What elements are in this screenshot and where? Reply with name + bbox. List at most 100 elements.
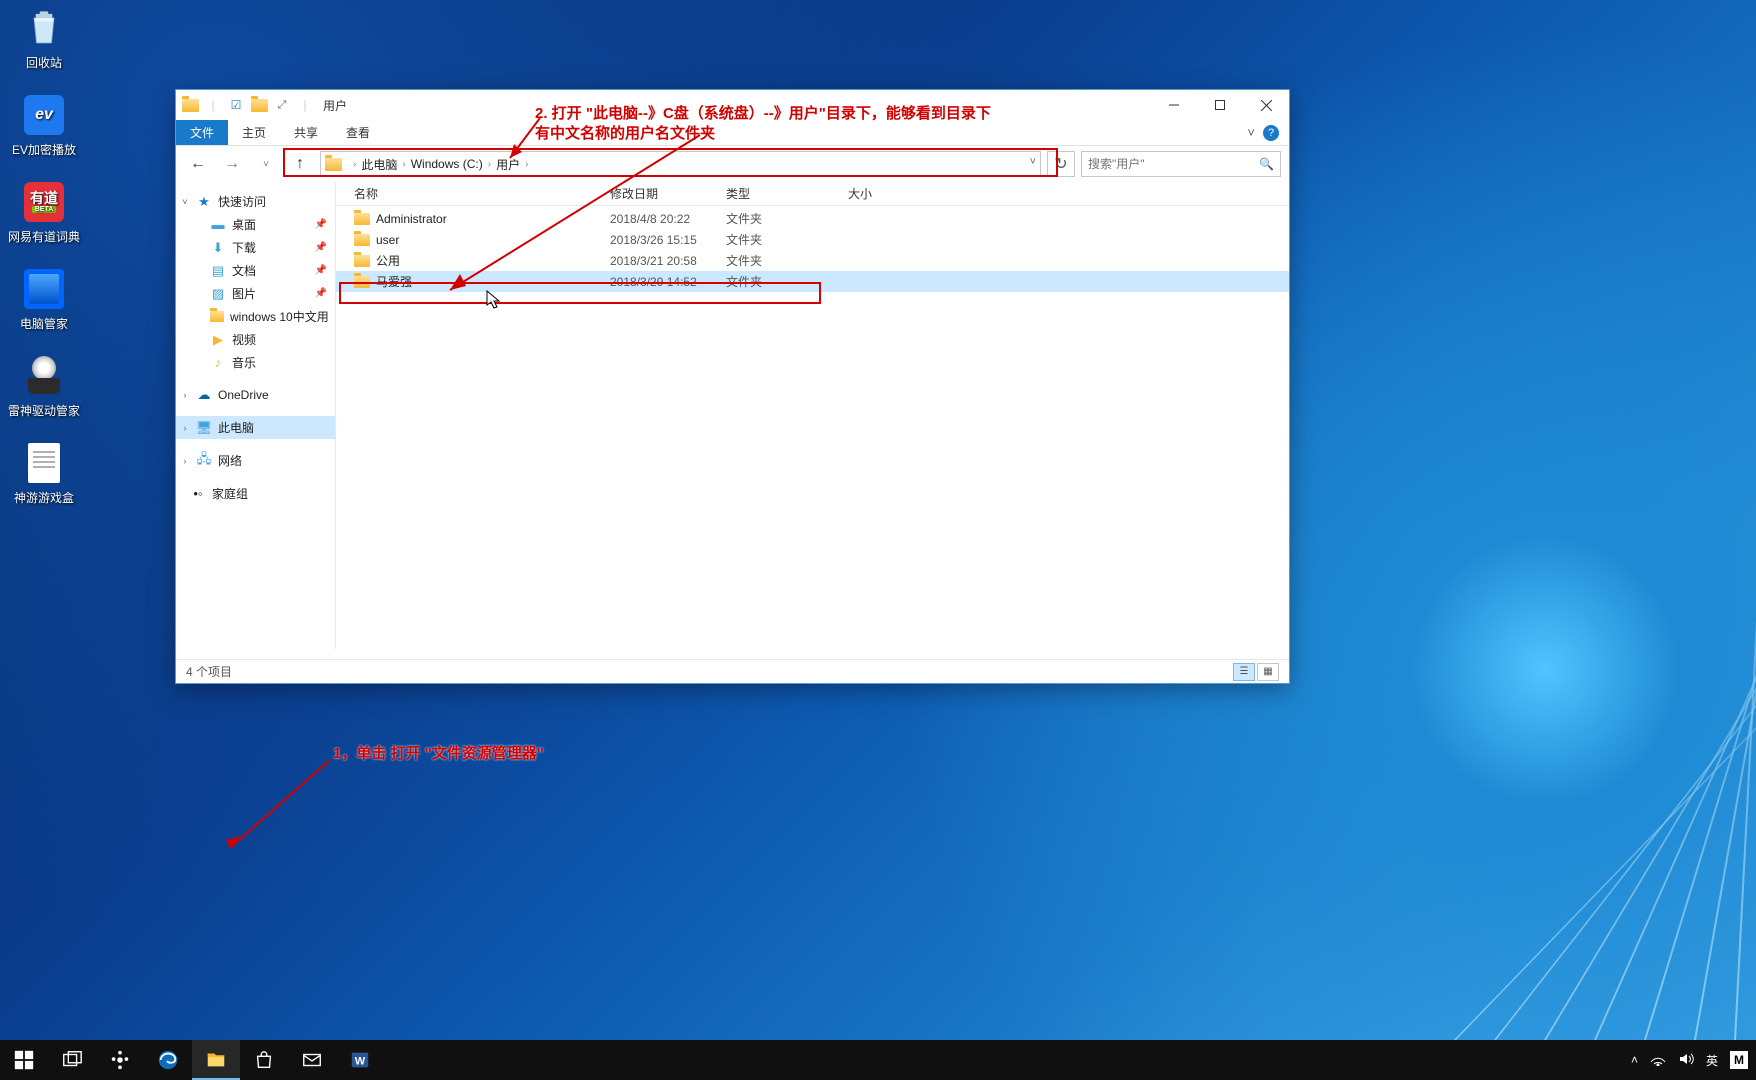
nav-item-music[interactable]: ♪音乐 [176, 351, 335, 374]
file-row[interactable]: user2018/3/26 15:15文件夹 [336, 229, 1289, 250]
chevron-right-icon[interactable]: › [402, 159, 405, 170]
file-name: 马爱强 [376, 273, 412, 290]
file-type: 文件夹 [726, 252, 848, 269]
breadcrumb-item[interactable]: 用户 [496, 156, 520, 173]
maximize-button[interactable] [1197, 90, 1243, 120]
refresh-button[interactable]: ↻ [1047, 151, 1075, 177]
documents-icon: ▤ [210, 263, 226, 279]
ribbon-tab-view[interactable]: 查看 [332, 120, 384, 145]
file-date: 2018/3/26 15:15 [610, 233, 726, 247]
col-size[interactable]: 大小 [848, 185, 928, 202]
pin-icon: 📌 [315, 219, 327, 230]
tray-network-icon[interactable] [1650, 1052, 1666, 1069]
thunder-icon [24, 356, 64, 396]
desktop-icon-label: 电脑管家 [6, 315, 82, 332]
breadcrumb-item[interactable]: 此电脑 [361, 156, 397, 173]
status-text: 4 个项目 [186, 663, 232, 680]
desktop-icon-youdao[interactable]: 有道BETA 网易有道词典 [6, 180, 82, 245]
taskbar[interactable]: W ˄ 英 M [0, 1040, 1756, 1080]
taskbar-app-settings[interactable] [96, 1040, 144, 1080]
col-type[interactable]: 类型 [726, 185, 848, 202]
tray-volume-icon[interactable] [1678, 1052, 1694, 1069]
desktop-icon-recycle-bin[interactable]: 回收站 [6, 6, 82, 71]
nav-up-button[interactable]: ↑ [286, 150, 314, 178]
ribbon-tab-home[interactable]: 主页 [228, 120, 280, 145]
tray-chevron-icon[interactable]: ˄ [1631, 1053, 1638, 1067]
desktop-icon-gamebox[interactable]: 神游游戏盒 [6, 441, 82, 506]
nav-item-desktop[interactable]: ▬桌面📌 [176, 213, 335, 236]
file-name: Administrator [376, 212, 447, 226]
nav-quick-access[interactable]: ˅★快速访问 [176, 190, 335, 213]
chevron-right-icon[interactable]: › [488, 159, 491, 170]
desktop-icon-thunder[interactable]: 雷神驱动管家 [6, 354, 82, 419]
taskbar-explorer[interactable] [192, 1040, 240, 1080]
folder-icon [354, 276, 370, 288]
desktop-icon-pc-manager[interactable]: 电脑管家 [6, 267, 82, 332]
address-dropdown-icon[interactable]: ˅ [1030, 156, 1036, 168]
view-large-button[interactable]: ▦ [1257, 663, 1279, 681]
downloads-icon: ⬇ [210, 240, 226, 256]
chevron-right-icon[interactable]: › [525, 159, 528, 170]
nav-onedrive[interactable]: ›☁OneDrive [176, 384, 335, 406]
nav-row: ← → ˅ ↑ › 此电脑 › Windows (C:) › 用户 › ˅ ↻ … [176, 146, 1289, 182]
folder-icon [354, 255, 370, 267]
col-date[interactable]: 修改日期 [610, 185, 726, 202]
nav-network[interactable]: ›🖧网络 [176, 449, 335, 472]
taskbar-store[interactable] [240, 1040, 288, 1080]
file-row[interactable]: 公用2018/3/21 20:58文件夹 [336, 250, 1289, 271]
nav-this-pc[interactable]: ›🖥此电脑 [176, 416, 335, 439]
close-button[interactable] [1243, 90, 1289, 120]
breadcrumb-item[interactable]: Windows (C:) [411, 157, 483, 171]
desktop-icon-label: 雷神驱动管家 [6, 402, 82, 419]
nav-item-pictures[interactable]: ▨图片📌 [176, 282, 335, 305]
nav-pane[interactable]: ˅★快速访问 ▬桌面📌 ⬇下载📌 ▤文档📌 ▨图片📌 windows 10中文用… [176, 182, 336, 649]
text-file-icon [28, 443, 60, 483]
properties-icon[interactable]: ☑ [226, 95, 246, 115]
tray-ime-lang[interactable]: 英 [1706, 1052, 1718, 1069]
search-box[interactable]: 🔍 [1081, 151, 1281, 177]
taskbar-word[interactable]: W [336, 1040, 384, 1080]
recycle-bin-icon [22, 6, 66, 50]
nav-back-button[interactable]: ← [184, 150, 212, 178]
nav-homegroup[interactable]: •◦家庭组 [176, 482, 335, 505]
nav-item-win10[interactable]: windows 10中文用 [176, 305, 335, 328]
folder-icon [249, 95, 269, 115]
ribbon-tab-file[interactable]: 文件 [176, 120, 228, 145]
qat-separator: | [203, 95, 223, 115]
qat-dropdown-icon[interactable]: ⤢ [272, 95, 292, 115]
chevron-right-icon[interactable]: › [353, 159, 356, 170]
ribbon-tab-share[interactable]: 共享 [280, 120, 332, 145]
help-icon[interactable]: ? [1263, 125, 1279, 141]
youdao-icon: 有道BETA [24, 182, 64, 222]
column-headers[interactable]: 名称 修改日期 类型 大小 [336, 182, 1289, 206]
folder-icon [354, 234, 370, 246]
nav-item-documents[interactable]: ▤文档📌 [176, 259, 335, 282]
search-input[interactable] [1088, 157, 1259, 171]
file-type: 文件夹 [726, 231, 848, 248]
tray-ime-mode[interactable]: M [1730, 1051, 1748, 1069]
star-icon: ★ [196, 194, 212, 210]
nav-recent-dropdown[interactable]: ˅ [252, 150, 280, 178]
minimize-button[interactable] [1151, 90, 1197, 120]
taskbar-mail[interactable] [288, 1040, 336, 1080]
task-view-button[interactable] [48, 1040, 96, 1080]
desktop-icon-label: 回收站 [6, 54, 82, 71]
qat-separator: | [295, 95, 315, 115]
nav-forward-button[interactable]: → [218, 150, 246, 178]
desktop-icon-ev[interactable]: ev EV加密播放 [6, 93, 82, 158]
col-name[interactable]: 名称 [354, 185, 610, 202]
nav-item-downloads[interactable]: ⬇下载📌 [176, 236, 335, 259]
pc-manager-icon [24, 269, 64, 309]
address-bar[interactable]: › 此电脑 › Windows (C:) › 用户 › ˅ [320, 151, 1041, 177]
start-button[interactable] [0, 1040, 48, 1080]
desktop-icon-label: 神游游戏盒 [6, 489, 82, 506]
view-details-button[interactable]: ☰ [1233, 663, 1255, 681]
nav-item-videos[interactable]: ▶视频 [176, 328, 335, 351]
file-list[interactable]: 名称 修改日期 类型 大小 Administrator2018/4/8 20:2… [336, 182, 1289, 649]
pictures-icon: ▨ [210, 286, 226, 302]
file-row[interactable]: Administrator2018/4/8 20:22文件夹 [336, 208, 1289, 229]
file-row[interactable]: 马爱强2018/3/29 14:52文件夹 [336, 271, 1289, 292]
system-tray[interactable]: ˄ 英 M [1631, 1051, 1756, 1069]
ribbon-expand-icon[interactable]: ˅ [1247, 125, 1255, 140]
taskbar-edge[interactable] [144, 1040, 192, 1080]
